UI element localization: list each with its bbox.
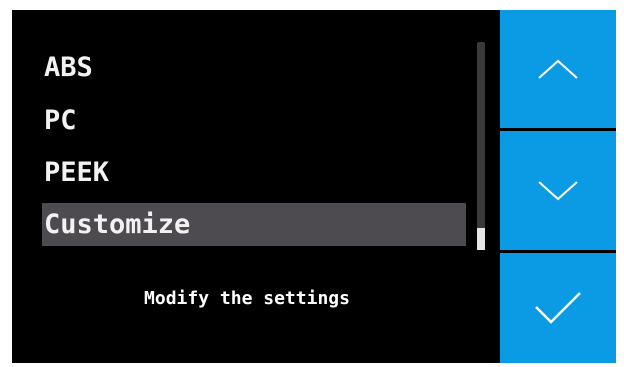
- list-item-pc[interactable]: PC: [42, 99, 466, 142]
- scroll-down-button[interactable]: [500, 131, 616, 250]
- list-item-label: PEEK: [44, 157, 110, 188]
- list-item-abs[interactable]: ABS: [42, 46, 466, 89]
- hint-text: Modify the settings: [144, 288, 350, 309]
- confirm-button[interactable]: [500, 253, 616, 363]
- checkmark-icon: [535, 292, 581, 324]
- scrollbar-thumb[interactable]: [477, 228, 485, 250]
- list-item-label: PC: [44, 105, 77, 136]
- chevron-up-icon: [538, 59, 578, 79]
- screen: ABS PC PEEK Customize Modify the setting…: [12, 10, 616, 363]
- list-item-label: ABS: [44, 52, 93, 83]
- scroll-up-button[interactable]: [500, 10, 616, 128]
- list-item-label: Customize: [44, 209, 191, 240]
- scrollbar[interactable]: [477, 42, 485, 250]
- side-controls: [500, 10, 616, 363]
- material-list: ABS PC PEEK Customize: [12, 10, 485, 270]
- list-item-customize[interactable]: Customize: [42, 203, 466, 246]
- chevron-down-icon: [538, 180, 578, 200]
- list-item-peek[interactable]: PEEK: [42, 151, 466, 194]
